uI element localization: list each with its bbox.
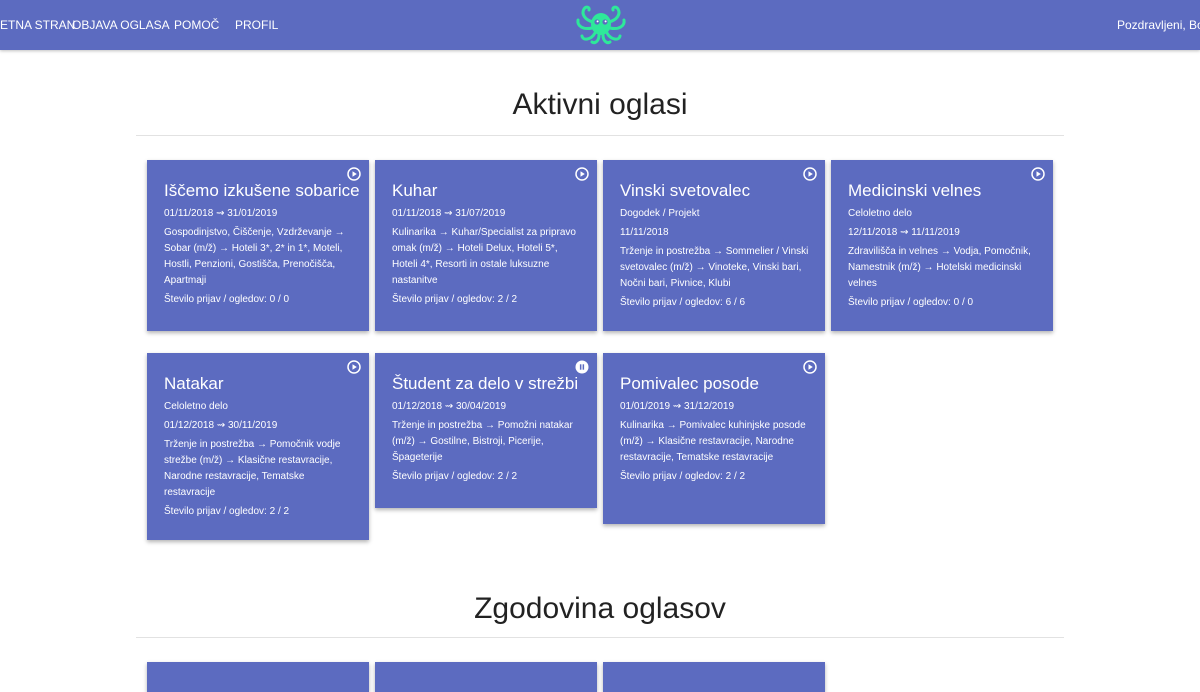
ad-stats: Število prijav / ogledov: 0 / 0 <box>164 294 290 305</box>
ad-stats: Število prijav / ogledov: 2 / 2 <box>164 506 290 517</box>
pause-icon[interactable] <box>575 360 589 374</box>
play-icon[interactable] <box>347 360 361 374</box>
active-ads-divider <box>136 135 1064 136</box>
ad-title: Vinski svetovalec <box>620 181 751 200</box>
user-greeting[interactable]: Pozdravljeni, Boutique <box>1117 0 1200 50</box>
nav-profile-link[interactable]: PROFIL <box>235 0 278 50</box>
ad-date-range: 01/11/2018 ⇝ 31/07/2019 <box>392 208 506 219</box>
ad-stats: Število prijav / ogledov: 2 / 2 <box>392 471 518 482</box>
octopus-logo-icon[interactable] <box>573 4 629 46</box>
ad-card[interactable]: Pomivalec posode 01/01/2019 ⇝ 31/12/2019… <box>603 353 825 524</box>
history-card[interactable] <box>603 662 825 692</box>
nav-post-ad-link[interactable]: OBJAVA OGLASA <box>72 0 170 50</box>
ad-stats: Število prijav / ogledov: 6 / 6 <box>620 297 746 308</box>
ad-type: Celoletno delo <box>164 401 228 412</box>
ad-category: Trženje in postrežba → Sommelier / Vinsk… <box>620 246 809 289</box>
ad-type: Dogodek / Projekt <box>620 208 700 219</box>
play-icon[interactable] <box>347 167 361 181</box>
ad-date-range: 01/11/2018 ⇝ 31/01/2019 <box>164 208 278 219</box>
ad-card[interactable]: Kuhar 01/11/2018 ⇝ 31/07/2019 Kulinarika… <box>375 160 597 331</box>
ad-category: Trženje in postrežba → Pomožni natakar (… <box>392 420 573 463</box>
ad-title: Kuhar <box>392 181 438 200</box>
ad-stats: Število prijav / ogledov: 0 / 0 <box>848 297 974 308</box>
ad-title: Iščemo izkušene sobarice <box>164 181 360 200</box>
top-navbar: ZAČETNA STRAN OBJAVA OGLASA POMOČ PROFIL… <box>0 0 1200 50</box>
ad-card[interactable]: Študent za delo v strežbi 01/12/2018 ⇝ 3… <box>375 353 597 508</box>
ad-category: Kulinarika → Kuhar/Specialist za priprav… <box>392 227 576 286</box>
ad-title: Pomivalec posode <box>620 374 759 393</box>
ad-date-range: 01/12/2018 ⇝ 30/11/2019 <box>164 420 278 431</box>
history-card[interactable] <box>375 662 597 692</box>
play-icon[interactable] <box>575 167 589 181</box>
ad-title: Natakar <box>164 374 224 393</box>
ad-category: Trženje in postrežba → Pomočnik vodje st… <box>164 439 341 498</box>
nav-home-link[interactable]: ZAČETNA STRAN <box>0 0 75 50</box>
ad-date-range: 01/01/2019 ⇝ 31/12/2019 <box>620 401 735 412</box>
ad-title: Medicinski velnes <box>848 181 982 200</box>
ad-title: Študent za delo v strežbi <box>392 374 579 393</box>
ad-date: 11/11/2018 <box>620 227 669 238</box>
ad-category: Zdravilišča in velnes → Vodja, Pomočnik,… <box>848 246 1031 289</box>
history-divider <box>136 637 1064 638</box>
ad-date-range: 01/12/2018 ⇝ 30/04/2019 <box>392 401 507 412</box>
nav-help-link[interactable]: POMOČ <box>174 0 219 50</box>
play-icon[interactable] <box>1031 167 1045 181</box>
ad-date-range: 12/11/2018 ⇝ 11/11/2019 <box>848 227 960 238</box>
play-icon[interactable] <box>803 167 817 181</box>
ad-card[interactable]: Vinski svetovalec Dogodek / Projekt 11/1… <box>603 160 825 331</box>
ad-card[interactable]: Medicinski velnes Celoletno delo 12/11/2… <box>831 160 1053 331</box>
ad-category: Gospodinjstvo, Čiščenje, Vzdrževanje → S… <box>164 227 345 286</box>
ad-stats: Število prijav / ogledov: 2 / 2 <box>392 294 518 305</box>
ad-stats: Število prijav / ogledov: 2 / 2 <box>620 471 746 482</box>
history-card[interactable] <box>147 662 369 692</box>
ad-category: Kulinarika → Pomivalec kuhinjske posode … <box>620 420 806 463</box>
ad-card[interactable]: Iščemo izkušene sobarice 01/11/2018 ⇝ 31… <box>147 160 369 331</box>
ad-card[interactable]: Natakar Celoletno delo 01/12/2018 ⇝ 30/1… <box>147 353 369 540</box>
history-heading: Zgodovina oglasov <box>474 592 726 625</box>
play-icon[interactable] <box>803 360 817 374</box>
active-ads-heading: Aktivni oglasi <box>512 88 688 121</box>
ad-type: Celoletno delo <box>848 208 912 219</box>
